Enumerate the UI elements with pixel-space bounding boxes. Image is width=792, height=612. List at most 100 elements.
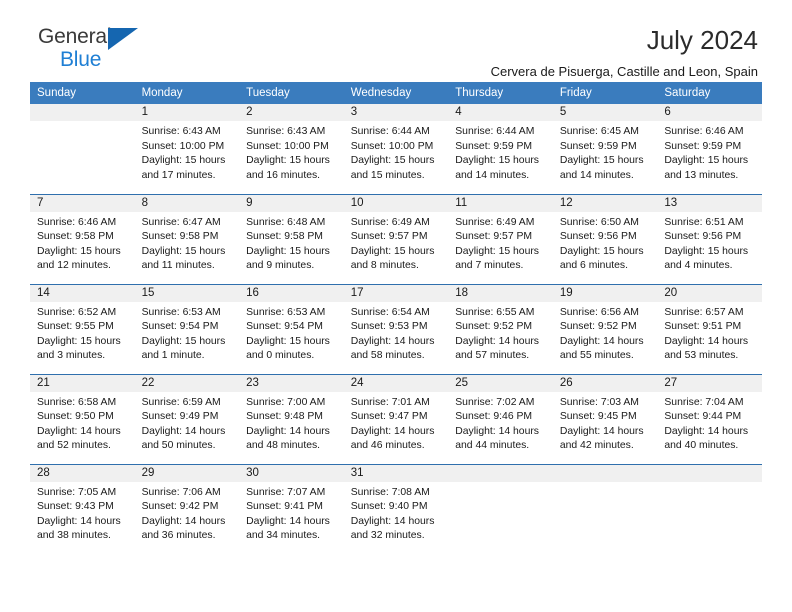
day-cell[interactable]: 9 Sunrise: 6:48 AM Sunset: 9:58 PM Daylight…	[239, 193, 344, 284]
sunset-text: Sunset: 9:57 PM	[350, 231, 428, 243]
day-number: 27	[657, 374, 762, 392]
day-cell[interactable]: 10 Sunrise: 6:49 AM Sunset: 9:57 PM Dayligh…	[343, 193, 449, 284]
sunset-text: Sunset: 9:48 PM	[246, 411, 323, 423]
day-cell[interactable]: 27 Sunrise: 7:04 AM Sunset: 9:44 PM Dayligh…	[657, 373, 762, 464]
day-details	[448, 482, 553, 486]
day-details: Sunrise: 6:58 AM Sunset: 9:50 PM Daylight:…	[30, 392, 135, 454]
day-cell[interactable]: 16 Sunrise: 6:53 AM Sunset: 9:54 PM Dayligh…	[239, 283, 344, 374]
sunrise-text: Sunrise: 6:55 AM	[455, 306, 535, 318]
sunrise-text: Sunrise: 6:49 AM	[350, 216, 430, 228]
brand-logo[interactable]: General Blue	[30, 26, 160, 78]
day-number: 14	[30, 284, 135, 302]
calendar-page: General Blue July 2024 Cervera de Pisuer…	[0, 0, 792, 612]
day-cell[interactable]: 29 Sunrise: 7:06 AM Sunset: 9:42 PM Dayligh…	[134, 463, 240, 554]
day-cell[interactable]: 22 Sunrise: 6:59 AM Sunset: 9:49 PM Dayligh…	[134, 373, 240, 464]
sunrise-text: Sunrise: 6:49 AM	[455, 216, 535, 228]
daylight-text-line2: and 16 minutes.	[246, 169, 321, 181]
sunrise-text: Sunrise: 6:51 AM	[664, 216, 744, 228]
daylight-text-line1: Daylight: 15 hours	[246, 155, 330, 167]
daylight-text-line2: and 14 minutes.	[455, 169, 530, 181]
day-cell[interactable]: 21 Sunrise: 6:58 AM Sunset: 9:50 PM Dayligh…	[30, 373, 135, 464]
day-number: 7	[30, 194, 135, 212]
sunset-text: Sunset: 9:55 PM	[37, 321, 114, 333]
day-cell[interactable]: 5 Sunrise: 6:45 AM Sunset: 9:59 PM Daylight…	[552, 104, 658, 194]
day-cell[interactable]	[30, 104, 135, 194]
sunset-text: Sunset: 9:58 PM	[246, 231, 323, 243]
day-cell[interactable]: 6 Sunrise: 6:46 AM Sunset: 9:59 PM Daylight…	[657, 104, 762, 194]
day-cell[interactable]: 18 Sunrise: 6:55 AM Sunset: 9:52 PM Dayligh…	[448, 283, 553, 374]
sunrise-text: Sunrise: 6:56 AM	[559, 306, 639, 318]
sunrise-text: Sunrise: 6:43 AM	[141, 126, 221, 137]
day-cell[interactable]: 31 Sunrise: 7:08 AM Sunset: 9:40 PM Dayligh…	[343, 463, 449, 554]
day-number: 3	[343, 104, 449, 121]
weekday-header-row: Sunday Monday Tuesday Wednesday Thursday…	[30, 82, 762, 104]
day-cell[interactable]: 8 Sunrise: 6:47 AM Sunset: 9:58 PM Daylight…	[134, 193, 240, 284]
sunrise-text: Sunrise: 7:04 AM	[664, 396, 744, 408]
day-details: Sunrise: 7:00 AM Sunset: 9:48 PM Daylight:…	[239, 392, 344, 454]
day-cell[interactable]: 23 Sunrise: 7:00 AM Sunset: 9:48 PM Dayligh…	[239, 373, 344, 464]
day-cell[interactable]: 13 Sunrise: 6:51 AM Sunset: 9:56 PM Dayligh…	[657, 193, 762, 284]
day-cell[interactable]: 20 Sunrise: 6:57 AM Sunset: 9:51 PM Dayligh…	[657, 283, 762, 374]
daylight-text-line2: and 40 minutes.	[664, 440, 739, 452]
day-details: Sunrise: 6:48 AM Sunset: 9:58 PM Daylight:…	[239, 212, 344, 274]
week-row: 28 Sunrise: 7:05 AM Sunset: 9:43 PM Dayligh…	[30, 463, 762, 554]
day-number: 20	[657, 284, 762, 302]
sunrise-text: Sunrise: 6:46 AM	[37, 216, 117, 228]
day-number: 12	[552, 194, 658, 212]
day-number: 4	[448, 104, 553, 121]
daylight-text-line1: Daylight: 15 hours	[455, 245, 539, 257]
sunset-text: Sunset: 9:42 PM	[141, 501, 219, 513]
daylight-text-line2: and 9 minutes.	[246, 260, 315, 272]
page-header: General Blue July 2024 Cervera de Pisuer…	[30, 0, 762, 79]
daylight-text-line1: Daylight: 14 hours	[455, 425, 539, 437]
day-cell[interactable]: 28 Sunrise: 7:05 AM Sunset: 9:43 PM Dayligh…	[30, 463, 135, 554]
daylight-text-line1: Daylight: 14 hours	[350, 425, 435, 437]
day-number: 24	[343, 374, 449, 392]
sunset-text: Sunset: 9:54 PM	[141, 321, 219, 333]
day-cell[interactable]: 11 Sunrise: 6:49 AM Sunset: 9:57 PM Dayligh…	[448, 193, 553, 284]
day-cell[interactable]: 7 Sunrise: 6:46 AM Sunset: 9:58 PM Daylight…	[30, 193, 135, 284]
day-cell[interactable]	[552, 463, 658, 554]
day-cell[interactable]: 24 Sunrise: 7:01 AM Sunset: 9:47 PM Dayligh…	[343, 373, 449, 464]
day-cell[interactable]: 4 Sunrise: 6:44 AM Sunset: 9:59 PM Daylight…	[448, 104, 553, 194]
day-number: 13	[657, 194, 762, 212]
day-cell[interactable]: 19 Sunrise: 6:56 AM Sunset: 9:52 PM Dayligh…	[552, 283, 658, 374]
day-cell[interactable]: 1 Sunrise: 6:43 AM Sunset: 10:00 PM Dayligh…	[134, 104, 240, 194]
day-cell[interactable]: 30 Sunrise: 7:07 AM Sunset: 9:41 PM Dayligh…	[239, 463, 344, 554]
sunset-text: Sunset: 10:00 PM	[350, 140, 434, 152]
daylight-text-line1: Daylight: 14 hours	[37, 515, 121, 527]
day-cell[interactable]	[448, 463, 553, 554]
day-details: Sunrise: 6:47 AM Sunset: 9:58 PM Daylight:…	[135, 212, 240, 274]
day-cell[interactable]: 14 Sunrise: 6:52 AM Sunset: 9:55 PM Dayligh…	[30, 283, 135, 374]
day-number: 5	[552, 104, 658, 121]
sunset-text: Sunset: 9:41 PM	[246, 501, 323, 513]
week-row: 14 Sunrise: 6:52 AM Sunset: 9:55 PM Dayligh…	[30, 283, 762, 374]
day-cell[interactable]: 17 Sunrise: 6:54 AM Sunset: 9:53 PM Dayligh…	[343, 283, 449, 374]
sunrise-text: Sunrise: 7:02 AM	[455, 396, 535, 408]
day-cell[interactable]: 3 Sunrise: 6:44 AM Sunset: 10:00 PM Dayligh…	[343, 104, 449, 194]
sunrise-text: Sunrise: 6:45 AM	[559, 126, 639, 137]
day-number: 18	[448, 284, 553, 302]
title-block: July 2024 Cervera de Pisuerga, Castille …	[491, 25, 762, 79]
day-cell[interactable]: 15 Sunrise: 6:53 AM Sunset: 9:54 PM Dayligh…	[134, 283, 240, 374]
day-cell[interactable]: 12 Sunrise: 6:50 AM Sunset: 9:56 PM Dayligh…	[552, 193, 658, 284]
day-cell[interactable]: 26 Sunrise: 7:03 AM Sunset: 9:45 PM Dayligh…	[552, 373, 658, 464]
sunrise-text: Sunrise: 7:01 AM	[350, 396, 430, 408]
daylight-text-line1: Daylight: 15 hours	[350, 155, 435, 167]
sunrise-text: Sunrise: 6:44 AM	[455, 126, 535, 137]
day-cell[interactable]	[657, 463, 762, 554]
sunrise-text: Sunrise: 6:53 AM	[246, 306, 326, 318]
day-number: 8	[134, 194, 240, 212]
daylight-text-line1: Daylight: 15 hours	[455, 155, 539, 167]
daylight-text-line2: and 11 minutes.	[141, 260, 215, 272]
day-number	[657, 464, 762, 482]
daylight-text-line1: Daylight: 15 hours	[559, 245, 644, 257]
day-details: Sunrise: 7:03 AM Sunset: 9:45 PM Daylight:…	[553, 392, 658, 454]
daylight-text-line2: and 57 minutes.	[455, 350, 530, 362]
daylight-text-line1: Daylight: 14 hours	[37, 425, 121, 437]
day-cell[interactable]: 25 Sunrise: 7:02 AM Sunset: 9:46 PM Dayligh…	[448, 373, 553, 464]
daylight-text-line1: Daylight: 15 hours	[141, 155, 226, 167]
daylight-text-line1: Daylight: 15 hours	[246, 335, 330, 347]
sunset-text: Sunset: 9:40 PM	[350, 501, 428, 513]
day-cell[interactable]: 2 Sunrise: 6:43 AM Sunset: 10:00 PM Dayligh…	[239, 104, 344, 194]
